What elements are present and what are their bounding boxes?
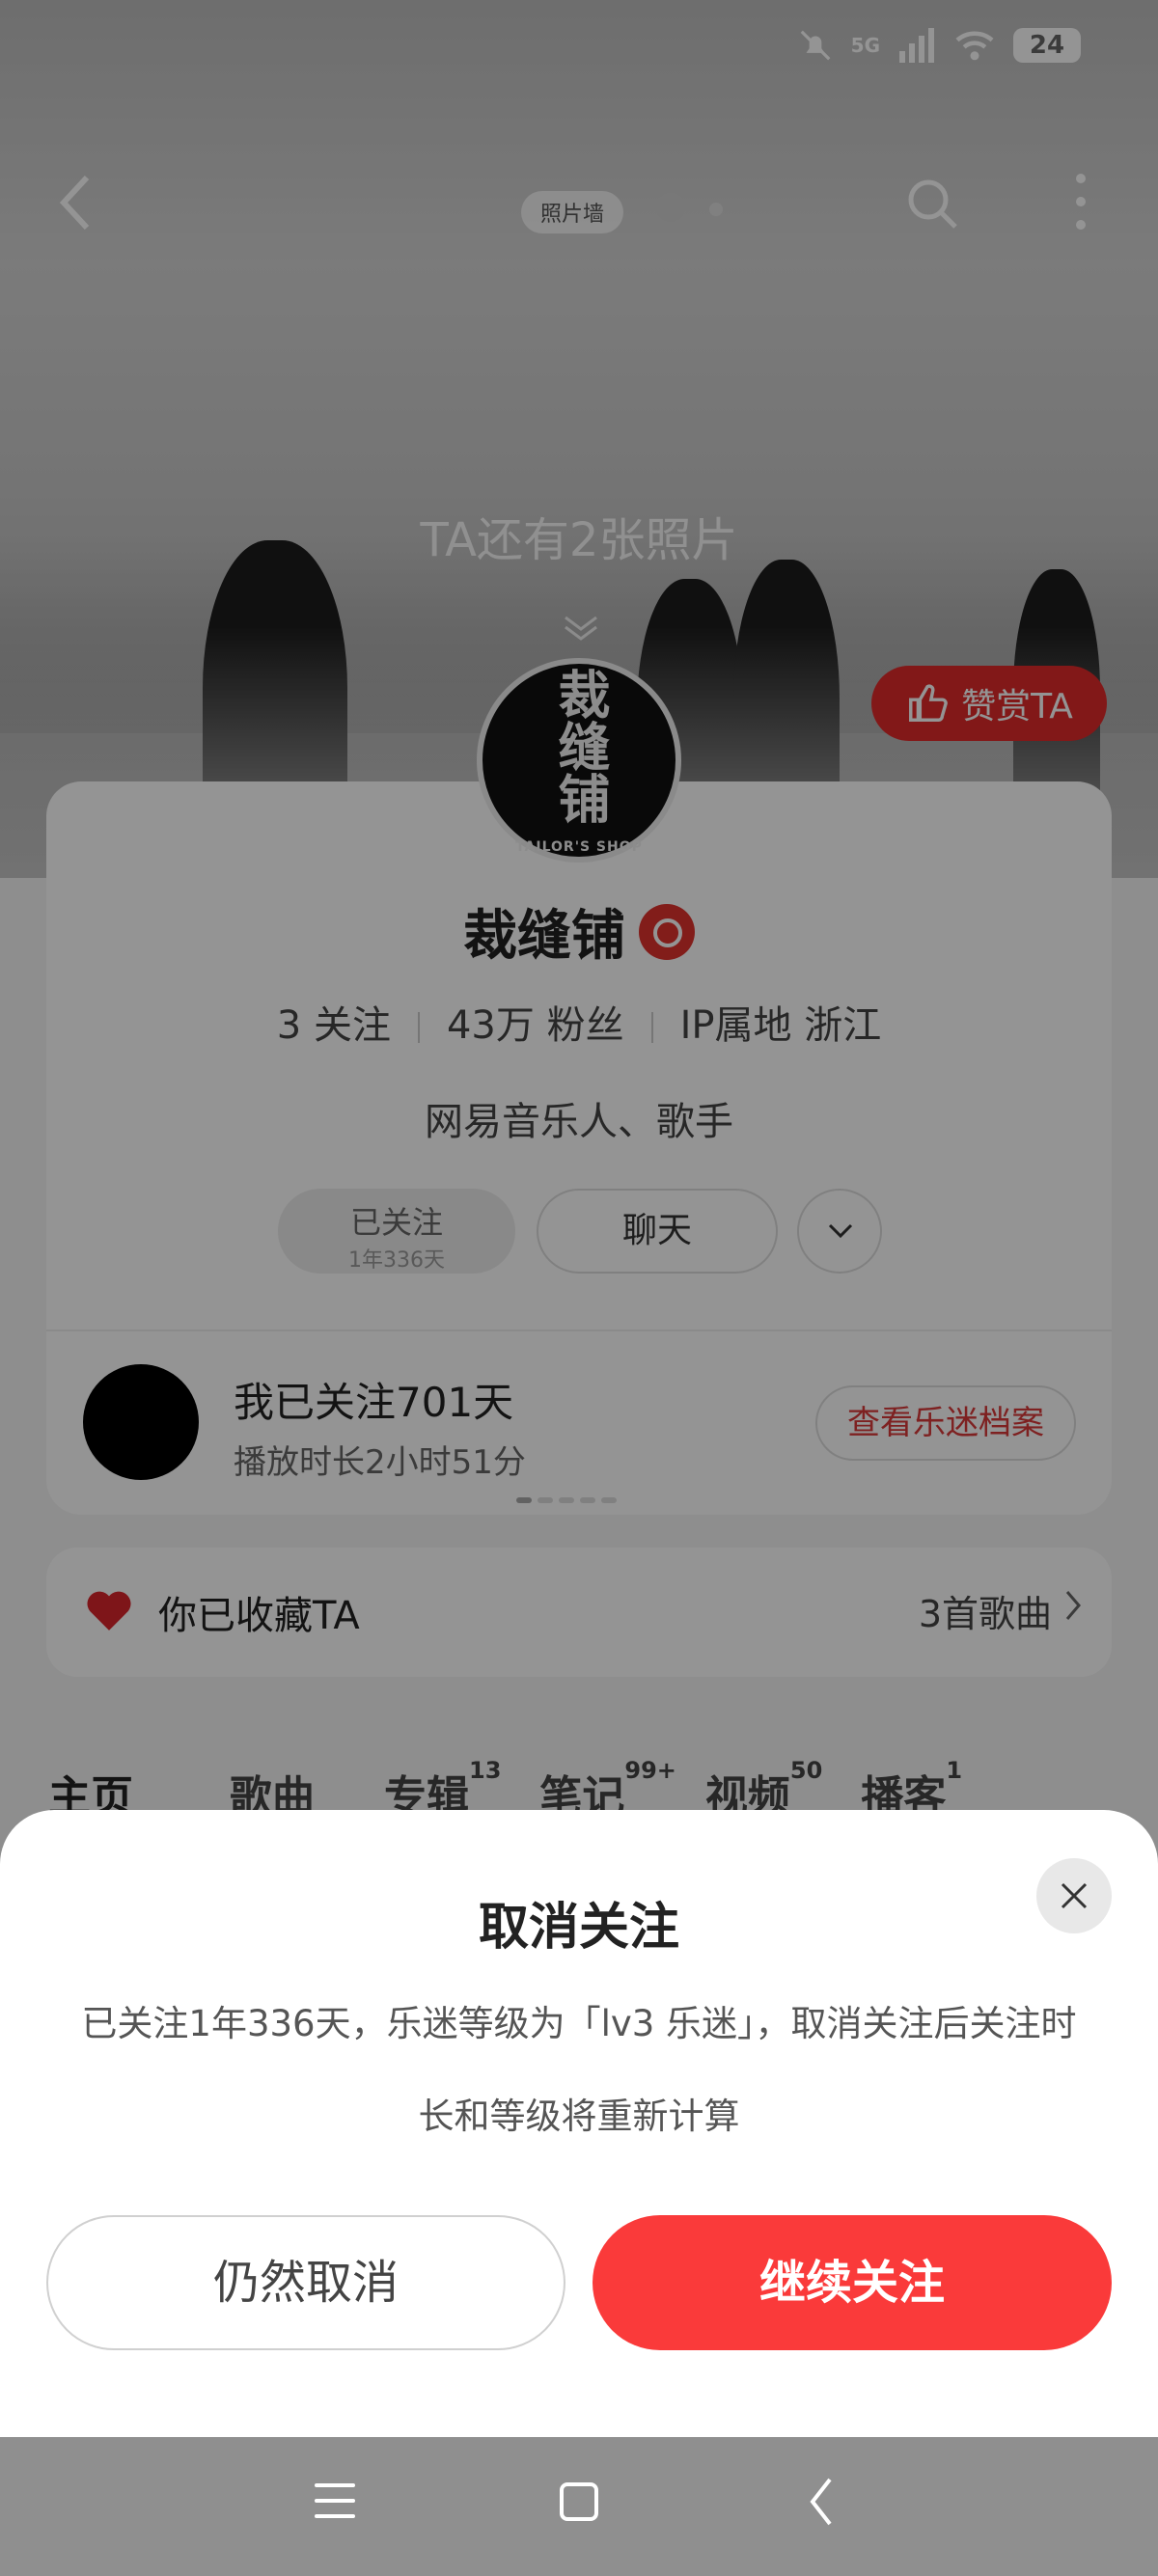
confirm-unfollow-button[interactable]: 仍然取消 [46, 2215, 565, 2350]
dialog-message: 已关注1年336天，乐迷等级为「lv3 乐迷」，取消关注后关注时 长和等级将重新… [48, 1978, 1110, 2163]
back-icon[interactable] [807, 2476, 836, 2528]
dialog-title: 取消关注 [478, 1899, 679, 1957]
menu-icon[interactable] [315, 2483, 355, 2530]
keep-following-button[interactable]: 继续关注 [593, 2215, 1112, 2350]
dialog-message-line: 已关注1年336天，乐迷等级为「lv3 乐迷」，取消关注后关注时 [81, 2003, 1077, 2044]
dialog-message-line: 长和等级将重新计算 [418, 2096, 740, 2137]
home-icon[interactable] [560, 2482, 598, 2521]
